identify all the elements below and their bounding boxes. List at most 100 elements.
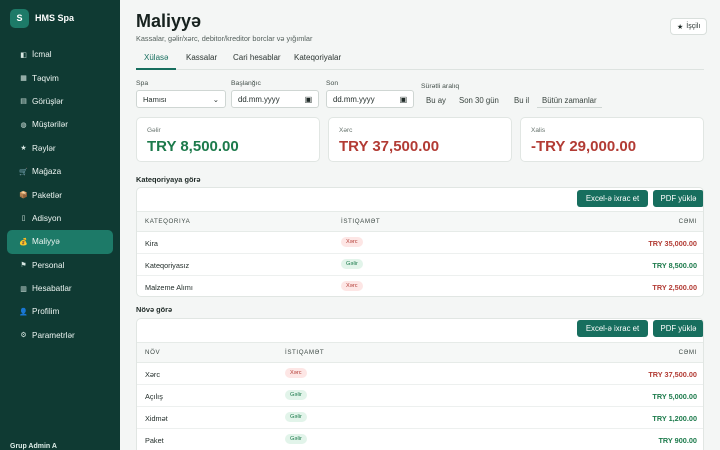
table-row: Kateqoriyasız Gəlir TRY 8,500.00: [137, 254, 703, 276]
table-row: Malzeme Alımı Xərc TRY 2,500.00: [137, 276, 703, 296]
expense-label: Xərc: [339, 127, 353, 134]
direction-badge: Gəlir: [341, 259, 363, 269]
sidebar-item[interactable]: ⚙ Parametrlər: [7, 324, 113, 347]
column-header-direction: İstiqamət: [341, 218, 381, 225]
tab-categories[interactable]: Kateqoriyalar: [286, 53, 349, 70]
end-date-label: Son: [326, 80, 339, 87]
spa-filter-label: Spa: [136, 80, 149, 87]
quick-range-label: Sürətli aralıq: [421, 83, 460, 90]
sidebar-item[interactable]: ⚑ Personal: [7, 254, 113, 277]
brand-logo: S: [10, 8, 29, 28]
start-date-input[interactable]: dd.mm.yyyy ▣: [231, 90, 319, 108]
main-content: Maliyyə Kassalar, gəlir/xərc, debitor/kr…: [120, 0, 720, 450]
sidebar-item[interactable]: 📦 Paketlər: [7, 183, 113, 206]
column-header-direction: İstiqamət: [285, 349, 325, 356]
row-name: Kateqoriyasız: [145, 261, 190, 270]
reports-icon: ▥: [20, 285, 27, 293]
income-label: Gəlir: [147, 127, 161, 134]
sidebar-item[interactable]: 👤 Profilim: [7, 300, 113, 323]
sidebar-item[interactable]: ▤ Görüşlər: [7, 90, 113, 113]
star-icon: ★: [20, 145, 27, 153]
quick-range-last-30-days[interactable]: Son 30 gün: [454, 93, 504, 108]
table-row: Paket Gəlir TRY 900.00: [137, 429, 703, 450]
table-row: Xərc Xərc TRY 37,500.00: [137, 363, 703, 385]
sidebar-item-label: Adisyon: [32, 213, 62, 223]
settings-icon: ⚙: [20, 332, 27, 340]
net-value: -TRY 29,000.00: [531, 138, 637, 155]
sidebar-item-label: Personal: [32, 260, 65, 270]
row-name: Xidmət: [145, 414, 168, 423]
start-date-value: dd.mm.yyyy: [238, 94, 280, 104]
sidebar-item-label: Müştərilər: [32, 120, 68, 130]
row-name: Açılış: [145, 392, 163, 401]
appointments-icon: ▤: [20, 98, 27, 106]
sidebar-item-label: Təqvim: [32, 73, 59, 83]
calendar-icon: ▣: [304, 94, 312, 104]
quick-range-this-month[interactable]: Bu ay: [421, 93, 451, 108]
type-export-excel-button[interactable]: Excel-ə ixrac et: [577, 320, 648, 337]
sidebar-user: Grup Admin A: [10, 443, 57, 450]
sidebar-item[interactable]: 💰 Maliyyə: [7, 230, 113, 254]
row-total: TRY 8,500.00: [652, 261, 697, 270]
sidebar-item-label: Rəylər: [32, 143, 56, 153]
dashboard-icon: ◧: [20, 51, 27, 59]
type-export-pdf-button[interactable]: PDF yüklə: [653, 320, 703, 337]
net-card: Xalis -TRY 29,000.00: [520, 117, 704, 162]
clients-icon: ◍: [20, 121, 27, 129]
receipt-icon: ▯: [21, 215, 26, 223]
sidebar-nav: ◧ İcmal ▦ Təqvim ▤ Görüşlər ◍ Müştərilər ★ Rəylər…: [0, 43, 120, 347]
calendar-icon: ▦: [20, 75, 27, 83]
brand-name: HMS Spa: [35, 13, 75, 23]
start-date-label: Başlanğıc: [231, 80, 261, 87]
star-icon: ★: [677, 23, 684, 31]
row-name: Xərc: [145, 370, 161, 379]
table-row: Xidmət Gəlir TRY 1,200.00: [137, 407, 703, 429]
column-header-total: Cəmi: [678, 218, 697, 225]
role-badge-label: İşçilı: [686, 23, 701, 30]
brand[interactable]: S HMS Spa: [0, 0, 120, 36]
net-label: Xalis: [531, 127, 546, 134]
flag-icon: ⚑: [20, 262, 27, 270]
direction-badge: Gəlir: [285, 390, 307, 400]
sidebar-item-label: İcmal: [32, 50, 52, 60]
quick-range-this-year[interactable]: Bu il: [509, 93, 534, 108]
spa-select[interactable]: Hamısı ⌄: [136, 90, 226, 108]
sidebar-item[interactable]: ▥ Hesabatlar: [7, 277, 113, 300]
shop-icon: 🛒: [19, 168, 28, 176]
tab-summary[interactable]: Xülasə: [136, 53, 177, 70]
column-header-type: Növ: [145, 349, 161, 356]
type-panel: Excel-ə ixrac et PDF yüklə Növ İstiqamət…: [136, 318, 704, 450]
category-export-pdf-button[interactable]: PDF yüklə: [653, 190, 703, 207]
row-name: Kira: [145, 239, 158, 248]
tab-cash-registers[interactable]: Kassalar: [178, 53, 225, 70]
calendar-icon: ▣: [399, 94, 407, 104]
category-table-header: Kateqoriya İstiqamət Cəmi: [137, 211, 703, 232]
quick-range-all-time[interactable]: Bütün zamanlar: [537, 93, 602, 108]
page-subtitle: Kassalar, gəlir/xərc, debitor/kreditor b…: [136, 34, 313, 43]
sidebar-item[interactable]: ★ Rəylər: [7, 137, 113, 160]
package-icon: 📦: [19, 192, 28, 200]
sidebar-item[interactable]: ▦ Təqvim: [7, 66, 113, 89]
row-total: TRY 2,500.00: [652, 283, 697, 292]
sidebar-item[interactable]: ◍ Müştərilər: [7, 113, 113, 136]
sidebar-item-label: Paketlər: [32, 190, 63, 200]
spa-select-value: Hamısı: [143, 94, 167, 104]
direction-badge: Gəlir: [285, 412, 307, 422]
sidebar-item[interactable]: ▯ Adisyon: [7, 207, 113, 230]
tab-current-accounts[interactable]: Cari hesablar: [225, 53, 289, 70]
role-badge[interactable]: ★ İşçilı: [670, 18, 708, 35]
sidebar-item[interactable]: ◧ İcmal: [7, 43, 113, 66]
end-date-input[interactable]: dd.mm.yyyy ▣: [326, 90, 414, 108]
sidebar-item-label: Mağaza: [32, 167, 62, 177]
end-date-value: dd.mm.yyyy: [333, 94, 375, 104]
table-row: Açılış Gəlir TRY 5,000.00: [137, 385, 703, 407]
column-header-total: Cəmi: [678, 349, 697, 356]
direction-badge: Xərc: [341, 237, 363, 247]
category-export-excel-button[interactable]: Excel-ə ixrac et: [577, 190, 648, 207]
row-total: TRY 37,500.00: [648, 370, 697, 379]
tab-bar: Xülasə Kassalar Cari hesablar Kateqoriya…: [136, 53, 704, 70]
page-title: Maliyyə: [136, 11, 202, 31]
category-panel: Excel-ə ixrac et PDF yüklə Kateqoriya İs…: [136, 187, 704, 297]
sidebar-item[interactable]: 🛒 Mağaza: [7, 160, 113, 183]
sidebar-item-label: Hesabatlar: [32, 284, 72, 294]
